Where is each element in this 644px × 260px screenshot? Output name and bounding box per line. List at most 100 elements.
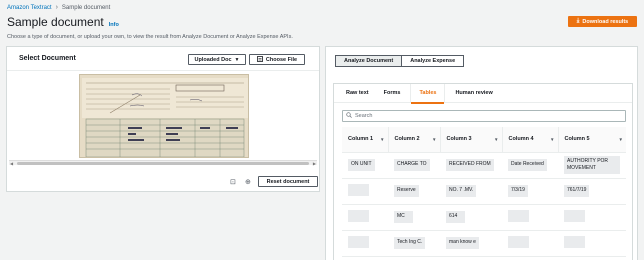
column-header-1[interactable]: Column 1 ▼ <box>342 127 388 153</box>
table-cell: man know e <box>440 230 502 257</box>
sort-down-icon[interactable]: ▼ <box>494 137 498 142</box>
cell-value: 614 <box>446 211 465 223</box>
table-row: Reserve NO. 7 .MV. 7/3/19 761/7/19 <box>342 178 626 205</box>
table-cell <box>558 230 626 257</box>
table-row: ON UNIT CHARGE TO RECEIVED FROM Date Rec… <box>342 152 626 179</box>
table-cell: 7/3/19 <box>502 178 558 205</box>
table-cell: NO. 7 .MV. <box>440 178 502 205</box>
cell-value: Tech Ing C. <box>394 237 426 249</box>
result-tabs: Raw text Forms Tables Human review <box>334 84 632 104</box>
cell-value <box>348 236 369 248</box>
zoom-in-icon[interactable]: ⊕ <box>245 178 251 186</box>
table-cell: Date Received <box>502 152 558 179</box>
cell-value: man know e <box>446 237 479 249</box>
table-cell: AUTHORITY POR MOVEMENT <box>558 152 626 179</box>
results-panel: Analyze Document Analyze Expense Raw tex… <box>325 46 638 260</box>
breadcrumb-root-link[interactable]: Amazon Textract <box>7 5 52 11</box>
table-cell: MC <box>388 204 440 231</box>
sort-down-icon[interactable]: ▼ <box>550 137 554 142</box>
sort-down-icon[interactable]: ▼ <box>432 137 436 142</box>
select-document-panel: Select Document Uploaded Doc ▼ Choose Fi… <box>6 46 320 192</box>
column-header-label: Column 1 <box>348 136 374 143</box>
choose-file-label: Choose File <box>265 56 298 63</box>
search-icon <box>346 112 352 120</box>
table-cell <box>342 178 388 205</box>
table-header-row: Column 1 ▼ Column 2 ▼ Column 3 ▼ Column 4 ▼ … <box>342 127 626 153</box>
column-header-3[interactable]: Column 3 ▼ <box>439 127 502 153</box>
column-header-5[interactable]: Column 5 ▼ <box>557 127 626 153</box>
column-header-label: Column 5 <box>564 136 590 143</box>
analyze-document-toggle[interactable]: Analyze Document <box>335 55 403 67</box>
download-icon: ⤓ <box>576 18 580 24</box>
table-cell: RECEIVED FROM <box>440 152 502 179</box>
cell-value: AUTHORITY POR MOVEMENT <box>564 156 620 174</box>
table-cell: 614 <box>440 204 502 231</box>
download-results-label: Download results <box>582 18 629 25</box>
column-header-2[interactable]: Column 2 ▼ <box>387 127 440 153</box>
table-cell <box>502 204 558 231</box>
cell-value: ON UNIT <box>348 159 375 171</box>
column-header-label: Column 2 <box>394 136 420 143</box>
table-row: MC 614 <box>342 204 626 231</box>
cell-value: Reserve <box>394 185 419 197</box>
scroll-right-icon[interactable]: ▶ <box>313 161 316 166</box>
scroll-left-icon[interactable]: ◀ <box>10 161 13 166</box>
column-header-4[interactable]: Column 4 ▼ <box>501 127 558 153</box>
cell-value: Date Received <box>508 159 547 171</box>
cell-value <box>348 210 369 222</box>
cell-value: NO. 7 .MV. <box>446 185 477 197</box>
table-cell: Reserve <box>388 178 440 205</box>
horizontal-scrollbar[interactable]: ◀ ▶ <box>9 160 317 166</box>
select-document-header: Select Document Uploaded Doc ▼ Choose Fi… <box>7 47 319 71</box>
table-cell: 761/7/19 <box>558 178 626 205</box>
cell-value <box>508 210 529 222</box>
title-row: Sample document Info <box>7 15 119 29</box>
table-row: Tech Ing C. man know e <box>342 230 626 257</box>
column-header-label: Column 4 <box>508 136 534 143</box>
reset-document-button[interactable]: Reset document <box>258 176 318 187</box>
caret-down-icon: ▼ <box>234 56 240 63</box>
select-document-footer: ⊡ ⊕ Reset document <box>7 172 319 192</box>
table-cell: Tech Ing C. <box>388 230 440 257</box>
chevron-right-icon: › <box>55 4 58 11</box>
search-input[interactable] <box>355 113 615 119</box>
table-cell <box>342 204 388 231</box>
table-cell <box>558 204 626 231</box>
table-cell <box>342 230 388 257</box>
select-document-title: Select Document <box>19 55 76 62</box>
page-title: Sample document <box>7 15 104 29</box>
uploaded-doc-dropdown[interactable]: Uploaded Doc ▼ <box>188 54 246 65</box>
cell-value: RECEIVED FROM <box>446 159 494 171</box>
cell-value: 761/7/19 <box>564 185 590 197</box>
scrollbar-thumb[interactable] <box>17 162 309 165</box>
cell-value <box>508 236 529 248</box>
table-cell <box>502 230 558 257</box>
tab-tables[interactable]: Tables <box>410 84 446 104</box>
results-table: Column 1 ▼ Column 2 ▼ Column 3 ▼ Column 4 ▼ … <box>342 127 626 257</box>
column-header-label: Column 3 <box>446 136 472 143</box>
tab-forms[interactable]: Forms <box>379 84 406 103</box>
page-description: Choose a type of document, or upload you… <box>7 34 293 40</box>
results-container: Raw text Forms Tables Human review Colum… <box>333 83 633 260</box>
breadcrumb: Amazon Textract › Sample document <box>7 4 110 11</box>
tab-raw-text[interactable]: Raw text <box>341 84 374 103</box>
cell-value: MC <box>394 211 413 223</box>
breadcrumb-current: Sample document <box>61 4 111 11</box>
cell-value <box>564 210 585 222</box>
tab-human-review[interactable]: Human review <box>450 84 497 103</box>
fit-to-screen-icon[interactable]: ⊡ <box>230 178 236 186</box>
sort-down-icon[interactable]: ▼ <box>619 137 623 142</box>
cell-value: CHARGE TO <box>394 159 430 171</box>
sort-down-icon[interactable]: ▼ <box>380 137 384 142</box>
download-results-button[interactable]: ⤓ Download results <box>568 16 637 27</box>
document-image <box>79 74 249 158</box>
analyze-expense-toggle[interactable]: Analyze Expense <box>402 55 465 67</box>
uploaded-doc-label: Uploaded Doc <box>194 56 232 63</box>
info-link[interactable]: Info <box>109 22 119 28</box>
cell-value <box>348 184 369 196</box>
table-cell: CHARGE TO <box>388 152 440 179</box>
table-search <box>342 110 626 122</box>
table-cell: ON UNIT <box>342 152 388 179</box>
cell-value <box>564 236 585 248</box>
choose-file-button[interactable]: Choose File <box>249 54 305 65</box>
